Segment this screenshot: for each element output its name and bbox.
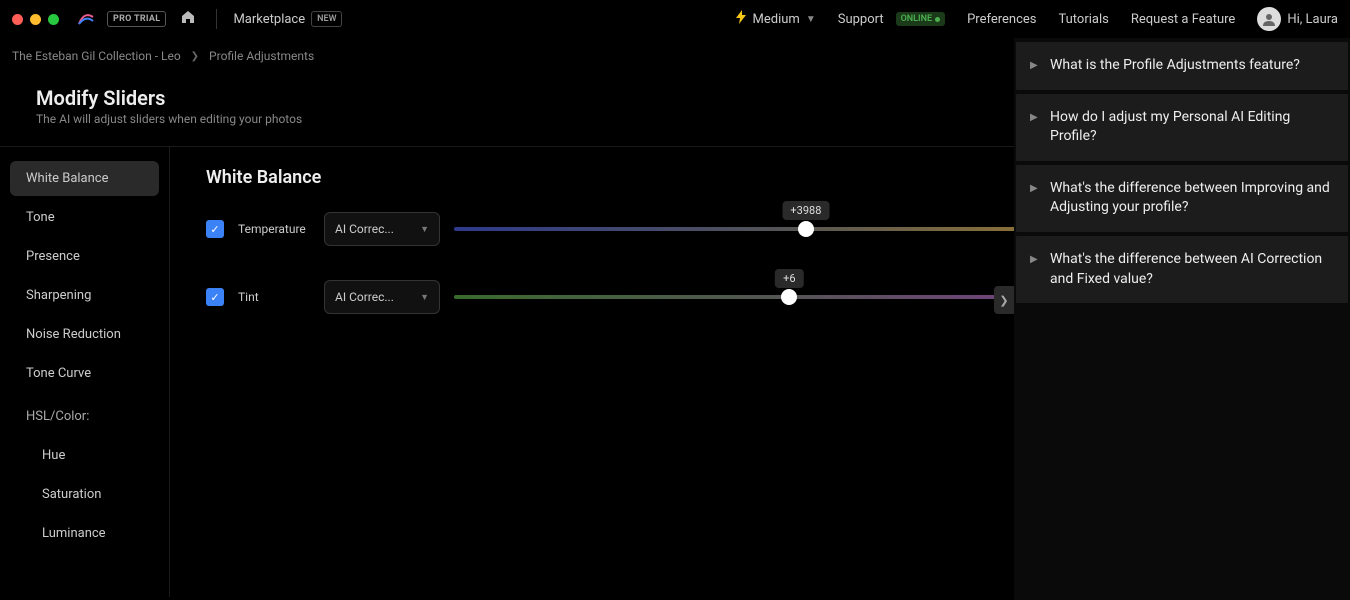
minimize-window-icon[interactable]: [30, 14, 41, 25]
faq-item[interactable]: ▶ What's the difference between Improving…: [1016, 165, 1348, 232]
dropdown-label: AI Correc...: [335, 290, 394, 304]
sidebar-item-tone-curve[interactable]: Tone Curve: [10, 356, 159, 391]
sidebar: White Balance Tone Presence Sharpening N…: [0, 147, 170, 597]
faq-item[interactable]: ▶ How do I adjust my Personal AI Editing …: [1016, 94, 1348, 161]
faq-question: How do I adjust my Personal AI Editing P…: [1050, 109, 1290, 145]
app-logo-icon: [75, 8, 97, 30]
slider-tooltip: +6: [775, 269, 803, 288]
faq-question: What is the Profile Adjustments feature?: [1050, 57, 1300, 73]
help-panel: ▶ What is the Profile Adjustments feature…: [1014, 38, 1350, 600]
marketplace-label: Marketplace: [233, 12, 305, 27]
sidebar-item-white-balance[interactable]: White Balance: [10, 161, 159, 196]
page-title: Modify Sliders: [36, 86, 302, 110]
slider-tooltip: +3988: [782, 201, 829, 220]
pro-trial-badge: PRO TRIAL: [107, 11, 166, 27]
support-link[interactable]: Support ONLINE: [838, 12, 945, 27]
param-label: Tint: [238, 290, 310, 304]
sidebar-item-noise-reduction[interactable]: Noise Reduction: [10, 317, 159, 352]
faq-item[interactable]: ▶ What is the Profile Adjustments feature…: [1016, 42, 1348, 90]
speed-label: Medium: [753, 12, 800, 27]
page-subtitle: The AI will adjust sliders when editing …: [36, 112, 302, 126]
slider-thumb[interactable]: [781, 289, 797, 305]
mode-dropdown-tint[interactable]: AI Correc... ▼: [324, 280, 440, 314]
bolt-icon: [735, 10, 747, 28]
avatar-icon: [1257, 7, 1281, 31]
support-label: Support: [838, 12, 884, 27]
divider: [216, 9, 217, 29]
faq-question: What's the difference between Improving …: [1050, 180, 1330, 216]
chevron-right-icon: ❯: [191, 51, 199, 62]
tutorials-link[interactable]: Tutorials: [1058, 12, 1108, 27]
collapse-help-panel-button[interactable]: ❯: [994, 286, 1014, 314]
window-traffic-lights[interactable]: [12, 14, 59, 25]
greeting-label: Hi, Laura: [1287, 12, 1338, 27]
home-icon[interactable]: [180, 9, 196, 29]
chevron-down-icon: ▼: [806, 14, 816, 25]
caret-right-icon: ▶: [1030, 111, 1038, 125]
request-feature-link[interactable]: Request a Feature: [1131, 12, 1235, 27]
sidebar-item-luminance[interactable]: Luminance: [10, 516, 159, 551]
speed-dropdown[interactable]: Medium ▼: [735, 10, 816, 28]
panel-title: White Balance: [206, 167, 321, 188]
chevron-down-icon: ▼: [420, 224, 429, 235]
caret-right-icon: ▶: [1030, 253, 1038, 267]
close-window-icon[interactable]: [12, 14, 23, 25]
dropdown-label: AI Correc...: [335, 222, 394, 236]
mode-dropdown-temperature[interactable]: AI Correc... ▼: [324, 212, 440, 246]
checkbox-tint[interactable]: ✓: [206, 288, 224, 306]
new-badge: NEW: [311, 11, 342, 27]
param-label: Temperature: [238, 222, 310, 236]
chevron-down-icon: ▼: [420, 292, 429, 303]
faq-item[interactable]: ▶ What's the difference between AI Correc…: [1016, 236, 1348, 303]
online-badge: ONLINE: [896, 12, 945, 26]
faq-question: What's the difference between AI Correct…: [1050, 251, 1322, 287]
maximize-window-icon[interactable]: [48, 14, 59, 25]
preferences-link[interactable]: Preferences: [967, 12, 1036, 27]
sidebar-item-saturation[interactable]: Saturation: [10, 477, 159, 512]
sidebar-item-hue[interactable]: Hue: [10, 438, 159, 473]
breadcrumb-item[interactable]: The Esteban Gil Collection - Leo: [12, 49, 181, 63]
slider-thumb[interactable]: [798, 221, 814, 237]
caret-right-icon: ▶: [1030, 59, 1038, 73]
user-menu[interactable]: Hi, Laura: [1257, 7, 1338, 31]
breadcrumb-item: Profile Adjustments: [209, 49, 314, 63]
marketplace-link[interactable]: Marketplace NEW: [233, 11, 342, 27]
sidebar-item-sharpening[interactable]: Sharpening: [10, 278, 159, 313]
checkbox-temperature[interactable]: ✓: [206, 220, 224, 238]
sidebar-group-hsl: HSL/Color:: [10, 399, 159, 434]
sidebar-item-tone[interactable]: Tone: [10, 200, 159, 235]
sidebar-item-presence[interactable]: Presence: [10, 239, 159, 274]
caret-right-icon: ▶: [1030, 182, 1038, 196]
